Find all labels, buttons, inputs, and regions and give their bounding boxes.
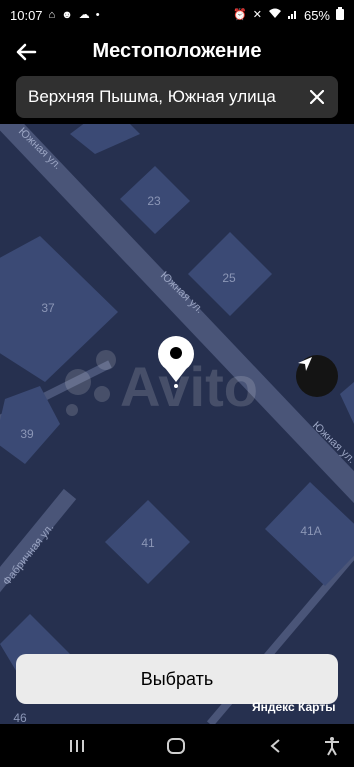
accessibility-icon bbox=[325, 737, 339, 756]
street-label-fabrichnaya: Фабричная ул. bbox=[1, 522, 56, 588]
people-icon: ☻ bbox=[61, 8, 73, 21]
close-icon bbox=[310, 90, 324, 104]
select-button[interactable]: Выбрать bbox=[16, 654, 338, 704]
building-label-25: 25 bbox=[222, 271, 236, 285]
back-icon bbox=[270, 739, 280, 753]
page-title: Местоположение bbox=[92, 40, 262, 62]
clear-button[interactable] bbox=[306, 86, 328, 108]
building-label-41: 41 bbox=[141, 536, 155, 550]
signal-icon bbox=[287, 9, 298, 22]
my-location-button[interactable] bbox=[296, 355, 338, 397]
battery-percent: 65% bbox=[303, 7, 330, 23]
cloud-icon: ☁ bbox=[78, 8, 90, 21]
map-view[interactable]: 23 25 37 39 41 41А 46 Южная ул. Южная ул… bbox=[0, 124, 354, 724]
wifi-icon bbox=[268, 8, 282, 22]
navigation-arrow-icon bbox=[298, 357, 312, 371]
search-area bbox=[0, 74, 354, 124]
building-label-39: 39 bbox=[20, 427, 34, 441]
status-bar: 10:07 ⌂ ☻ ☁ • ⏰ ✕ 65% bbox=[0, 0, 354, 30]
yandex-maps-attribution[interactable]: Яндекс Карты bbox=[252, 700, 335, 714]
battery-icon bbox=[336, 7, 344, 23]
home-button-icon bbox=[167, 738, 185, 754]
clock: 10:07 bbox=[10, 7, 43, 23]
home-icon: ⌂ bbox=[48, 8, 56, 21]
building-right-edge bbox=[340, 382, 354, 424]
address-input[interactable] bbox=[28, 87, 302, 107]
building-label-37: 37 bbox=[41, 301, 55, 315]
building-label-23: 23 bbox=[147, 194, 161, 208]
recent-apps-button[interactable] bbox=[57, 732, 97, 760]
map-canvas: 23 25 37 39 41 41А 46 Южная ул. Южная ул… bbox=[0, 124, 354, 724]
accessibility-button[interactable] bbox=[312, 732, 352, 760]
building-label-46: 46 bbox=[13, 711, 27, 724]
home-button[interactable] bbox=[156, 732, 196, 760]
dot-icon: • bbox=[95, 8, 100, 21]
recent-apps-icon bbox=[70, 740, 84, 752]
back-nav-button[interactable] bbox=[255, 732, 295, 760]
app-header: Местоположение bbox=[0, 30, 354, 74]
building-label-41a: 41А bbox=[300, 524, 321, 538]
system-nav-bar bbox=[0, 724, 354, 767]
alarm-icon: ⏰ bbox=[233, 8, 247, 21]
building-top bbox=[70, 124, 140, 154]
address-field-container bbox=[16, 76, 338, 118]
mute-icon: ✕ bbox=[252, 8, 262, 21]
